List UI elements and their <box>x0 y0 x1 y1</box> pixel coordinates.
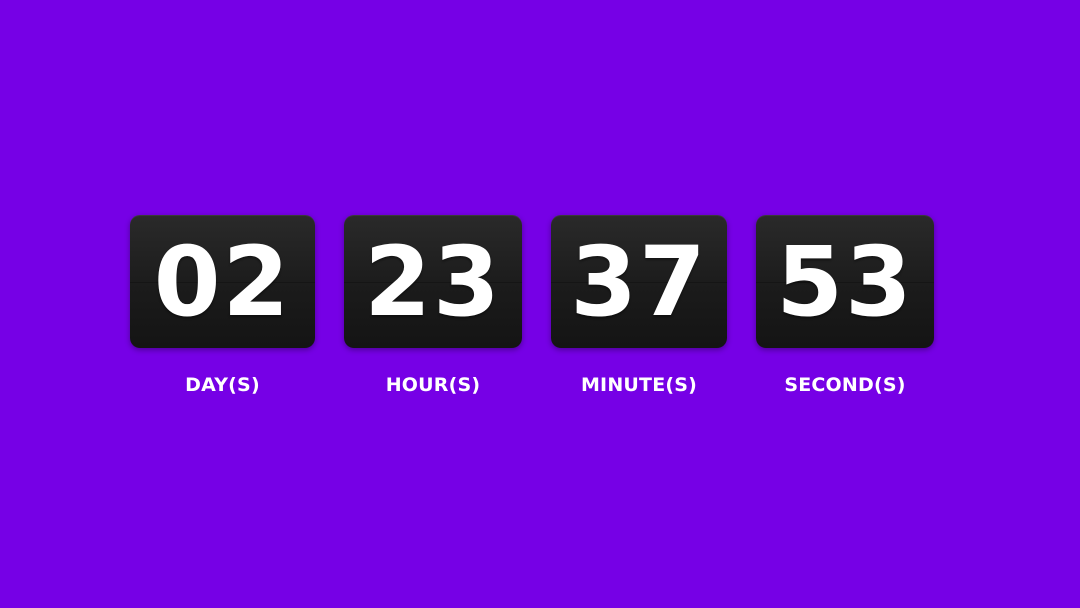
seconds-tile: 53 <box>756 215 934 348</box>
minutes-label: MINUTE(S) <box>580 374 698 396</box>
hours-label: HOUR(S) <box>385 374 481 396</box>
minutes-value: 37 <box>570 225 708 338</box>
minutes-unit: 37 MINUTE(S) <box>551 215 727 396</box>
seconds-label: SECOND(S) <box>784 374 906 396</box>
days-value: 02 <box>153 225 292 338</box>
days-label: DAY(S) <box>185 374 260 396</box>
hours-unit: 23 HOUR(S) <box>344 215 522 396</box>
days-tile: 02 <box>130 215 315 348</box>
hours-value: 23 <box>364 225 502 338</box>
hours-tile: 23 <box>344 215 522 348</box>
days-unit: 02 DAY(S) <box>130 215 315 396</box>
minutes-tile: 37 <box>551 215 727 348</box>
seconds-value: 53 <box>776 225 914 338</box>
seconds-unit: 53 SECOND(S) <box>756 215 934 396</box>
